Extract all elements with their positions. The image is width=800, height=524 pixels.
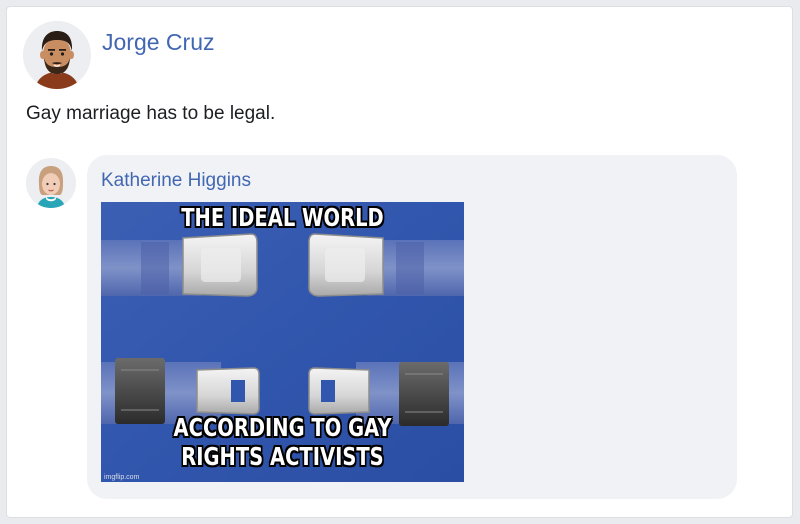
post-card: Jorge Cruz Gay marriage has to be legal.…	[6, 6, 793, 518]
comment-author-avatar[interactable]	[26, 158, 76, 208]
meme-bottom-caption-line1: ACCORDING TO GAY	[173, 413, 392, 442]
meme-bottom-caption: ACCORDING TO GAY RIGHTS ACTIVISTS	[141, 413, 424, 472]
meme-bottom-caption-line2: RIGHTS ACTIVISTS	[181, 441, 384, 471]
author-avatar[interactable]	[23, 21, 91, 89]
meme-image[interactable]: THE IDEAL WORLD ACCORDING TO GAY RIGHTS …	[101, 202, 464, 482]
comment-bubble: Katherine Higgins THE IDEAL WORLD ACCORD…	[87, 155, 737, 499]
post-author-name[interactable]: Jorge Cruz	[102, 29, 214, 56]
imgflip-watermark: imgflip.com	[104, 474, 140, 481]
man-with-beard-avatar-icon	[23, 21, 91, 89]
comment-author-name[interactable]: Katherine Higgins	[101, 170, 251, 192]
post-text: Gay marriage has to be legal.	[26, 103, 276, 124]
meme-top-caption: THE IDEAL WORLD	[181, 203, 384, 232]
woman-avatar-icon	[26, 158, 76, 208]
